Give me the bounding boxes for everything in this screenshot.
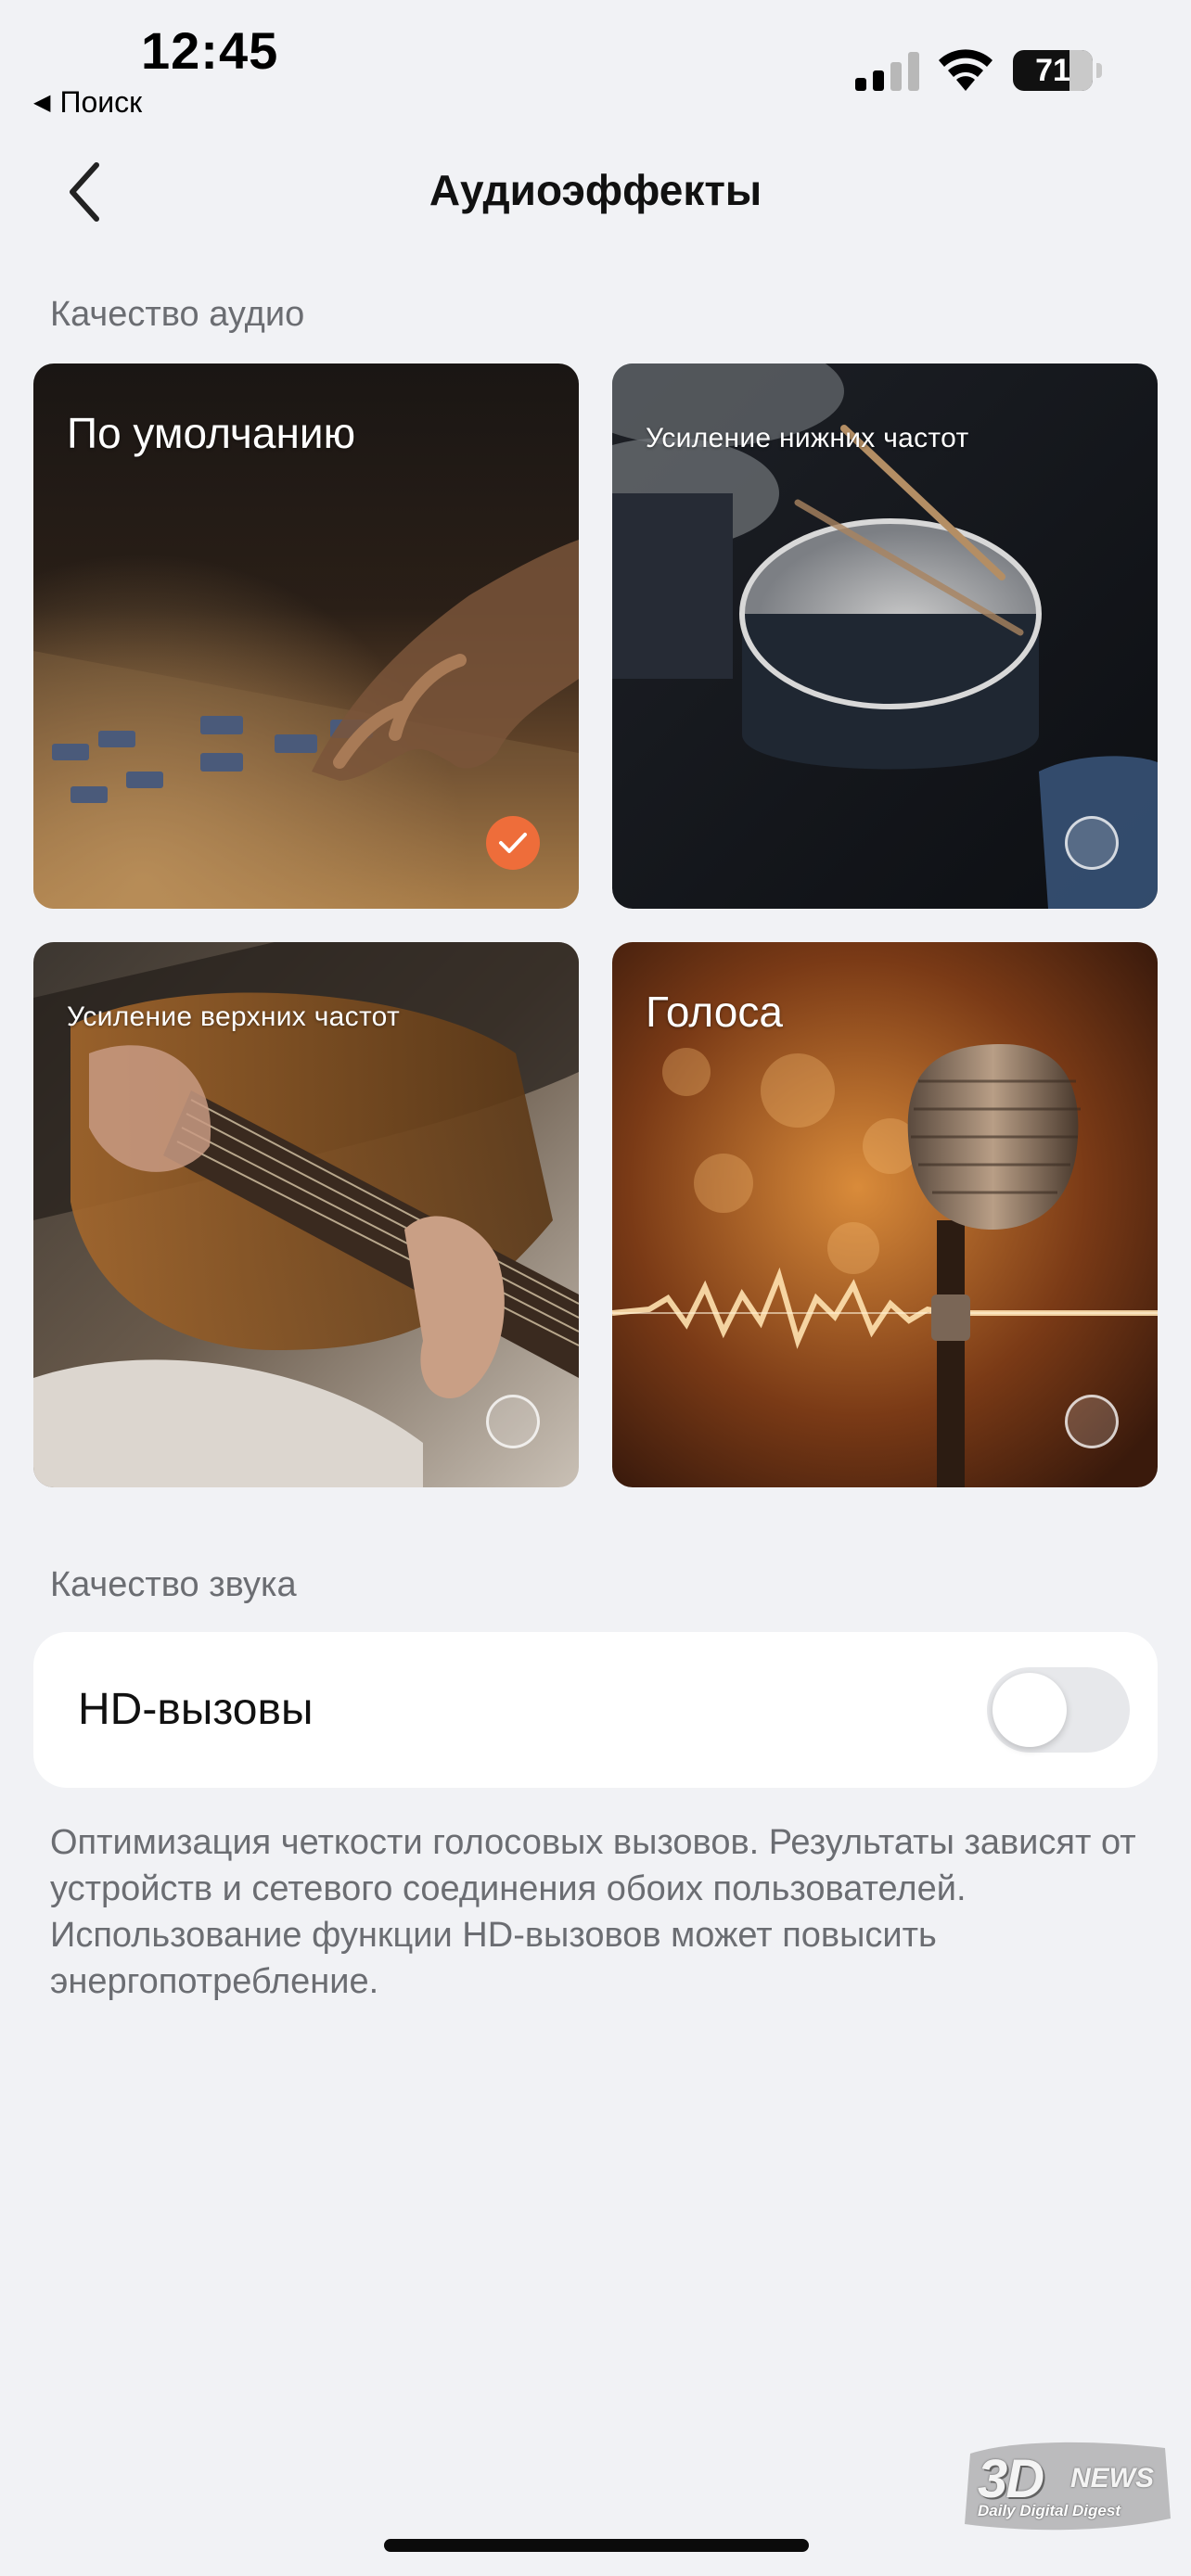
effect-radio[interactable]	[1065, 816, 1119, 870]
hd-calls-description: Оптимизация четкости голосовых вызовов. …	[50, 1823, 1136, 2001]
battery-level: 71	[1035, 52, 1070, 88]
hd-calls-toggle[interactable]	[987, 1667, 1130, 1753]
effect-radio[interactable]	[486, 1395, 540, 1448]
battery-icon: 71	[1013, 50, 1093, 91]
back-triangle-icon: ◀	[33, 90, 51, 115]
section-label-sound-quality: Качество звука	[50, 1565, 297, 1604]
effect-label: Усиление нижних частот	[646, 423, 969, 453]
effect-label: Голоса	[646, 988, 783, 1036]
effect-card-bass-boost[interactable]: Усиление нижних частот	[612, 363, 1158, 909]
effect-radio-checked[interactable]	[486, 816, 540, 870]
watermark-brand: 3D	[978, 2449, 1044, 2509]
status-time: 12:45	[141, 21, 279, 80]
page-title: Аудиоэффекты	[429, 166, 762, 214]
effect-card-treble-boost[interactable]: Усиление верхних частот	[33, 942, 579, 1487]
home-indicator[interactable]	[384, 2539, 809, 2552]
battery-cap	[1096, 63, 1102, 78]
hd-calls-label: HD-вызовы	[78, 1685, 314, 1734]
watermark-news: NEWS	[1070, 2463, 1154, 2493]
wifi-icon	[939, 49, 992, 91]
status-bar: 12:45 ◀ Поиск 71	[0, 0, 1191, 130]
section-label-audio-quality: Качество аудио	[50, 295, 305, 334]
toggle-knob	[992, 1673, 1067, 1747]
effect-card-default[interactable]: По умолчанию	[33, 363, 579, 909]
back-to-app-label: Поиск	[59, 85, 143, 119]
effect-radio[interactable]	[1065, 1395, 1119, 1448]
hd-calls-row: HD-вызовы	[33, 1632, 1158, 1788]
back-to-app-link[interactable]: ◀ Поиск	[33, 85, 142, 120]
effect-label: По умолчанию	[67, 409, 356, 457]
watermark-tagline: Daily Digital Digest	[978, 2502, 1121, 2519]
watermark-logo: 3D NEWS Daily Digital Digest	[961, 2435, 1172, 2537]
cellular-signal-icon	[855, 52, 919, 91]
effect-label: Усиление верхних частот	[67, 1001, 401, 1032]
effect-card-voices[interactable]: Голоса	[612, 942, 1158, 1487]
checkmark-icon	[499, 833, 527, 853]
